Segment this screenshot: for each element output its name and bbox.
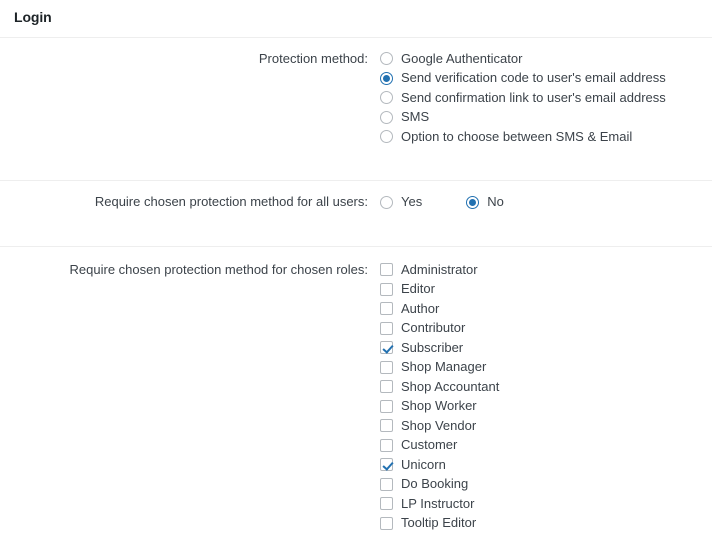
checkbox-option[interactable]: Customer [380, 435, 712, 455]
radio-option[interactable]: Send verification code to user's email a… [380, 68, 712, 88]
checkbox-group-require-chosen-roles[interactable]: Administrator Editor Author Contributor Subs… [380, 260, 712, 533]
section-title-login: Login [14, 9, 52, 25]
option-label: Author [401, 300, 440, 316]
option-label: Google Authenticator [401, 50, 523, 66]
checkbox-icon[interactable] [380, 321, 393, 335]
checkbox-option[interactable]: Administrator [380, 260, 712, 280]
option-label: Yes [401, 194, 423, 210]
row-require-chosen-roles-block: Require chosen protection method for cho… [0, 247, 712, 533]
checkbox-icon[interactable] [380, 341, 393, 355]
radio-icon[interactable] [380, 195, 393, 209]
radio-icon[interactable] [380, 130, 393, 144]
checkbox-icon[interactable] [380, 263, 393, 277]
option-label: Editor [401, 281, 435, 297]
checkbox-option[interactable]: Contributor [380, 318, 712, 338]
option-label: No [487, 194, 504, 210]
radio-option[interactable]: Google Authenticator [380, 49, 712, 69]
checkbox-icon[interactable] [380, 399, 393, 413]
radio-option[interactable]: SMS [380, 107, 712, 127]
option-label: Option to choose between SMS & Email [401, 128, 633, 144]
option-label: Send confirmation link to user's email a… [401, 89, 666, 105]
checkbox-icon[interactable] [380, 438, 393, 452]
checkbox-icon[interactable] [380, 360, 393, 374]
checkbox-icon[interactable] [380, 302, 393, 316]
row-require-chosen-roles: Require chosen protection method for cho… [0, 260, 712, 533]
checkbox-icon[interactable] [380, 419, 393, 433]
checkbox-icon[interactable] [380, 477, 393, 491]
option-label: Tooltip Editor [401, 515, 477, 531]
login-settings-panel: Login Protection method: Google Authenti… [0, 0, 712, 530]
option-label: Subscriber [401, 339, 464, 355]
row-label-require-chosen-roles: Require chosen protection method for cho… [69, 261, 368, 277]
radio-option[interactable]: Send confirmation link to user's email a… [380, 88, 712, 108]
radio-icon[interactable] [380, 52, 393, 66]
radio-icon[interactable] [380, 91, 393, 105]
row-label-require-all-users: Require chosen protection method for all… [94, 194, 368, 210]
option-label: Shop Manager [401, 359, 487, 375]
option-label: Send verification code to user's email a… [401, 70, 666, 86]
checkbox-icon[interactable] [380, 497, 393, 511]
row-protection-method: Protection method: Google Authenticator S… [0, 49, 712, 147]
option-label: LP Instructor [401, 495, 475, 511]
checkbox-option[interactable]: LP Instructor [380, 494, 712, 514]
radio-option[interactable]: Option to choose between SMS & Email [380, 127, 712, 147]
option-label: Administrator [401, 261, 478, 277]
checkbox-icon[interactable] [380, 380, 393, 394]
checkbox-option[interactable]: Subscriber [380, 338, 712, 358]
radio-group-protection-method[interactable]: Google Authenticator Send verification co… [380, 49, 712, 147]
option-label: Customer [401, 437, 458, 453]
row-protection-method-block: Protection method: Google Authenticator S… [0, 38, 712, 147]
option-label: Contributor [401, 320, 466, 336]
checkbox-icon[interactable] [380, 516, 393, 530]
radio-group-require-all-users[interactable]: Yes No [380, 192, 712, 212]
spacer-after-protection-method [0, 146, 712, 180]
checkbox-option[interactable]: Author [380, 299, 712, 319]
checkbox-option[interactable]: Tooltip Editor [380, 513, 712, 533]
row-label-protection-method: Protection method: [258, 50, 368, 66]
row-require-all-users-block: Require chosen protection method for all… [0, 181, 712, 212]
option-label: Shop Vendor [401, 417, 477, 433]
radio-option[interactable]: No [466, 192, 504, 212]
checkbox-option[interactable]: Shop Vendor [380, 416, 712, 436]
spacer-after-all-users [0, 212, 712, 246]
option-label: SMS [401, 109, 430, 125]
option-label: Unicorn [401, 456, 446, 472]
checkbox-option[interactable]: Shop Accountant [380, 377, 712, 397]
option-label: Shop Worker [401, 398, 477, 414]
checkbox-icon[interactable] [380, 458, 393, 472]
checkbox-option[interactable]: Do Booking [380, 474, 712, 494]
checkbox-option[interactable]: Shop Worker [380, 396, 712, 416]
radio-option[interactable]: Yes [380, 192, 422, 212]
option-label: Shop Accountant [401, 378, 500, 394]
radio-icon[interactable] [380, 110, 393, 124]
row-require-all-users: Require chosen protection method for all… [0, 192, 712, 212]
radio-icon[interactable] [380, 71, 393, 85]
radio-icon[interactable] [466, 195, 480, 209]
checkbox-icon[interactable] [380, 282, 393, 296]
checkbox-option[interactable]: Unicorn [380, 455, 712, 475]
checkbox-option[interactable]: Shop Manager [380, 357, 712, 377]
checkbox-option[interactable]: Editor [380, 279, 712, 299]
option-label: Do Booking [401, 476, 469, 492]
